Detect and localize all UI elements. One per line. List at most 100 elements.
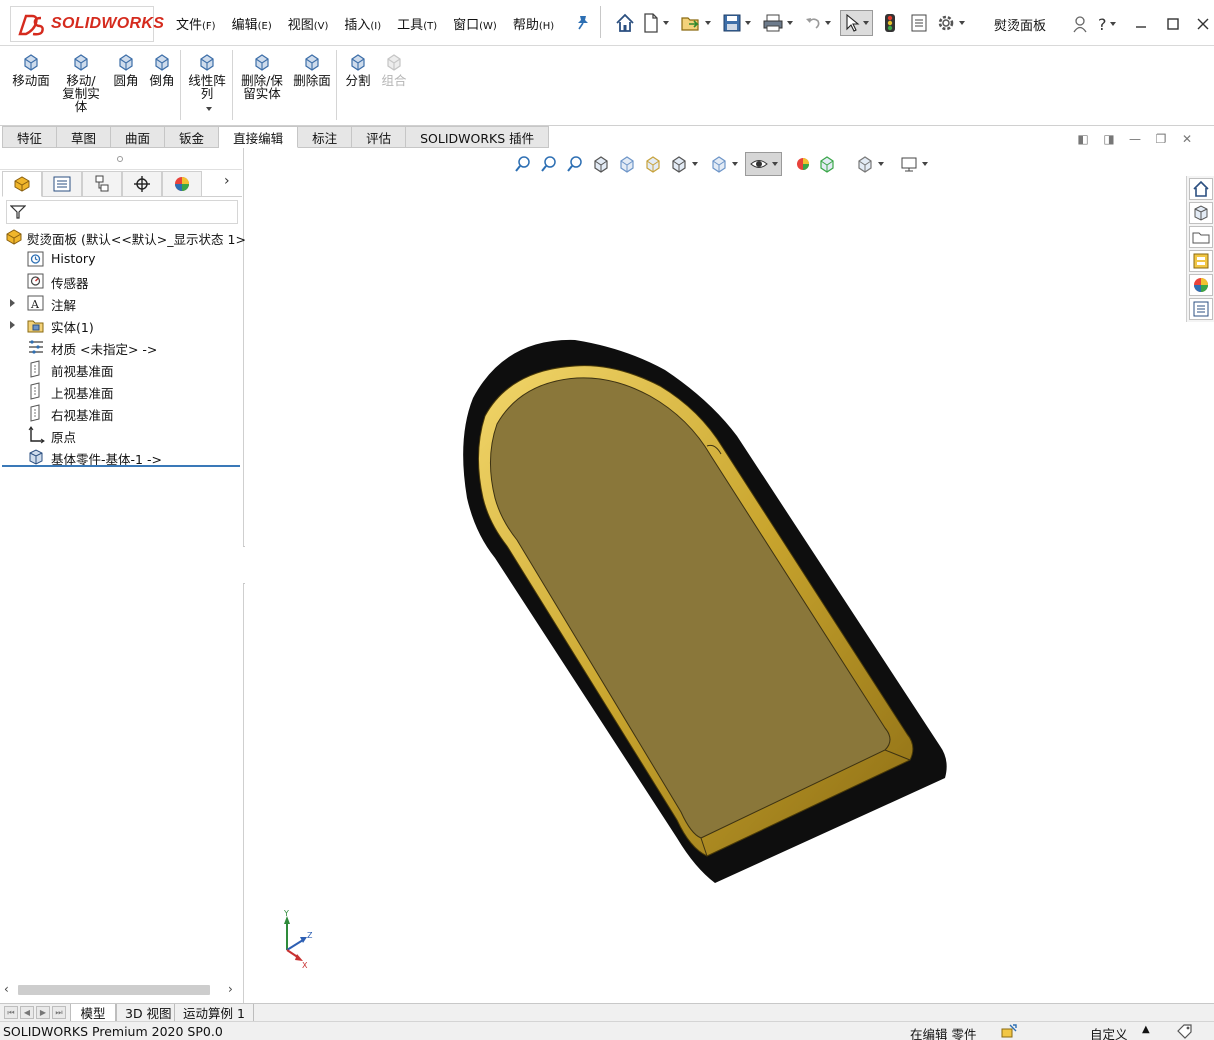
tab-3[interactable]: 钣金 <box>165 126 220 148</box>
tab-4[interactable]: 直接编辑 <box>219 126 299 148</box>
tab-5[interactable]: 标注 <box>298 126 353 148</box>
solidworks-logo[interactable]: SOLIDWORKS <box>10 6 164 42</box>
document-close-icon[interactable]: ✕ <box>1174 132 1200 148</box>
document-minimize-icon[interactable]: — <box>1122 132 1148 148</box>
close-icon[interactable] <box>1196 12 1210 36</box>
view-palette-icon[interactable] <box>1189 250 1213 272</box>
prev-tab-icon[interactable]: ◀ <box>20 1006 34 1019</box>
ribbon-button-5[interactable]: 删除/保 留实体 <box>238 52 286 100</box>
ribbon-button-2[interactable]: 圆角 <box>110 52 142 87</box>
units-caret-icon[interactable]: ▲ <box>1142 1024 1150 1035</box>
help-icon[interactable]: ? <box>1098 12 1116 36</box>
next-tab-icon[interactable]: ▶ <box>36 1006 50 1019</box>
ribbon-button-8[interactable]: 组合 <box>378 52 410 87</box>
menu-item-1[interactable]: 编辑(E) <box>232 14 272 33</box>
menu-item-6[interactable]: 帮助(H) <box>513 14 554 33</box>
ribbon-button-0[interactable]: 移动面 <box>10 52 52 87</box>
expand-arrow-icon[interactable] <box>10 299 15 307</box>
restore-right-icon[interactable]: ◨ <box>1096 132 1122 148</box>
open-icon[interactable] <box>680 10 711 36</box>
menu-item-5[interactable]: 窗口(W) <box>453 14 497 33</box>
delete-face-icon <box>305 54 319 71</box>
rollback-bar[interactable] <box>2 465 240 467</box>
bottom-tab-2[interactable]: 运动算例 1 <box>174 1004 254 1022</box>
property-manager-icon[interactable] <box>42 171 82 197</box>
tree-node[interactable]: 右视基准面 <box>0 402 242 424</box>
save-icon[interactable] <box>722 10 751 36</box>
ribbon-button-3[interactable]: 倒角 <box>146 52 178 87</box>
panel-grip[interactable] <box>0 148 242 170</box>
user-icon[interactable] <box>1072 12 1088 36</box>
gear-icon[interactable] <box>936 10 965 36</box>
tab-7[interactable]: SOLIDWORKS 插件 <box>406 126 550 148</box>
new-document-icon[interactable] <box>642 10 669 36</box>
print-icon[interactable] <box>762 10 793 36</box>
menu-item-label: 帮助 <box>512 18 539 33</box>
ribbon-button-7[interactable]: 分割 <box>342 52 374 87</box>
document-title: 熨烫面板 <box>994 19 1047 34</box>
ribbon-button-label: 倒角 <box>149 73 175 88</box>
home-icon[interactable] <box>614 10 636 36</box>
document-restore-icon[interactable]: ❐ <box>1148 132 1174 148</box>
configuration-manager-icon[interactable] <box>82 171 122 197</box>
graphics-area[interactable]: Y Z X <box>245 148 1185 1003</box>
tree-node-label: 右视基准面 <box>51 408 114 423</box>
last-tab-icon[interactable]: ⏭ <box>52 1006 66 1019</box>
menu-item-key: (I) <box>370 21 382 32</box>
tree-node[interactable]: 材质 <未指定> -> <box>0 336 242 358</box>
tree-node[interactable]: 传感器 <box>0 270 242 292</box>
menu-item-3[interactable]: 插入(I) <box>344 14 381 33</box>
more-tabs-chevron-icon[interactable]: › <box>224 173 230 189</box>
ribbon-button-6[interactable]: 删除面 <box>290 52 334 87</box>
pattern-dropdown-caret-icon[interactable] <box>186 100 228 113</box>
ribbon-button-1[interactable]: 移动/复制实体 <box>58 52 104 113</box>
solidworks-resources-icon[interactable] <box>1189 178 1213 200</box>
pin-icon[interactable] <box>576 14 590 30</box>
tree-node-label: 上视基准面 <box>51 386 114 401</box>
select-arrow-icon[interactable] <box>840 10 873 36</box>
tree-node[interactable]: 原点 <box>0 424 242 446</box>
feature-manager-icon[interactable] <box>2 171 42 197</box>
dimxpert-icon[interactable] <box>122 171 162 197</box>
tree-node[interactable]: 前视基准面 <box>0 358 242 380</box>
tab-1[interactable]: 草图 <box>57 126 112 148</box>
custom-properties-icon[interactable] <box>1189 298 1213 320</box>
horizontal-scrollbar[interactable]: ‹ › <box>4 982 240 998</box>
traffic-light-icon[interactable] <box>884 10 896 36</box>
restore-left-icon[interactable]: ◧ <box>1070 132 1096 148</box>
maximize-icon[interactable] <box>1166 12 1180 36</box>
options-list-icon[interactable] <box>910 10 928 36</box>
scroll-thumb[interactable] <box>18 985 210 995</box>
tab-0[interactable]: 特征 <box>2 126 58 148</box>
tree-root[interactable]: 熨烫面板 (默认<<默认>_显示状态 1>) <box>0 226 251 248</box>
document-window-controls: ◧ ◨ — ❐ ✕ <box>1070 132 1200 148</box>
menu-item-0[interactable]: 文件(F) <box>176 14 216 33</box>
undo-icon[interactable] <box>804 10 831 36</box>
ribbon-button-4[interactable]: 线性阵列 <box>186 52 228 113</box>
expand-arrow-icon[interactable] <box>10 321 15 329</box>
file-explorer-icon[interactable] <box>1189 226 1213 248</box>
bottom-tab-0[interactable]: 模型 <box>70 1004 116 1022</box>
tab-2[interactable]: 曲面 <box>111 126 166 148</box>
tag-icon[interactable] <box>1176 1023 1194 1040</box>
tree-node[interactable]: 实体(1) <box>0 314 242 336</box>
menu-item-4[interactable]: 工具(T) <box>397 14 437 33</box>
status-units[interactable]: 自定义 <box>1090 1024 1128 1040</box>
ribbon-divider <box>232 50 233 120</box>
rebuild-icon[interactable] <box>1000 1023 1018 1040</box>
tree-node[interactable]: A 注解 <box>0 292 242 314</box>
scroll-right-icon[interactable]: › <box>228 982 233 996</box>
tree-filter-input[interactable] <box>6 200 238 224</box>
tree-node[interactable]: 上视基准面 <box>0 380 242 402</box>
appearances-icon[interactable] <box>1189 274 1213 296</box>
design-library-icon[interactable] <box>1189 202 1213 224</box>
bottom-tab-1[interactable]: 3D 视图 <box>116 1004 181 1022</box>
tab-6[interactable]: 评估 <box>352 126 407 148</box>
tree-node[interactable]: History <box>0 248 242 270</box>
minimize-icon[interactable] <box>1134 12 1148 36</box>
first-tab-icon[interactable]: ⏮ <box>4 1006 18 1019</box>
menu-item-2[interactable]: 视图(V) <box>288 14 329 33</box>
ironing-board-model[interactable] <box>245 148 1185 1003</box>
scroll-left-icon[interactable]: ‹ <box>4 982 9 996</box>
display-manager-icon[interactable] <box>162 171 202 197</box>
